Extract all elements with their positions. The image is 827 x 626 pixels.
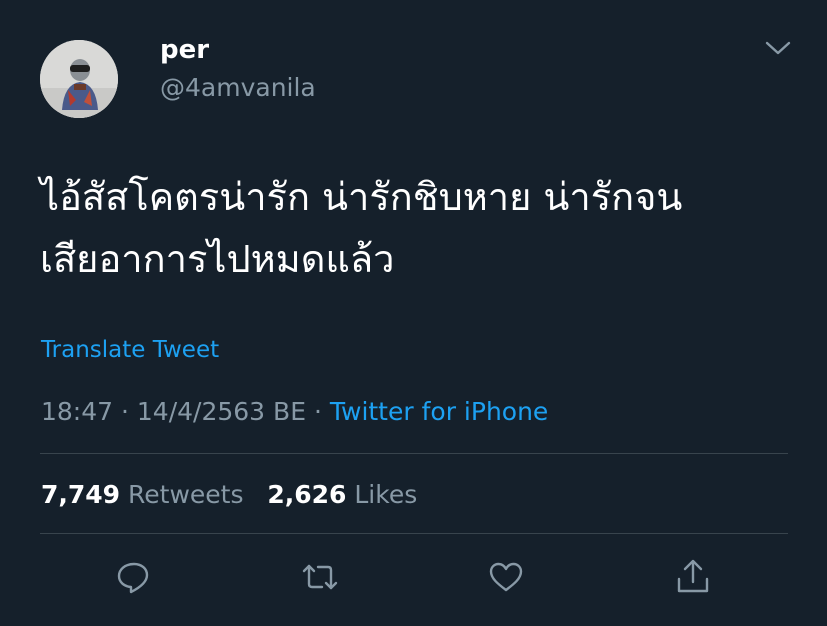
- tweet-source-link[interactable]: Twitter for iPhone: [330, 397, 548, 426]
- tweet-detail: per @4amvanila ไอ้สัสโคตรน่ารัก น่ารักชิ…: [0, 0, 827, 626]
- tweet-time[interactable]: 18:47: [41, 397, 113, 426]
- avatar-image: [40, 40, 118, 118]
- like-button[interactable]: [486, 557, 526, 597]
- tweet-stats: 7,749 Retweets 2,626 Likes: [41, 478, 417, 512]
- retweets-stat[interactable]: 7,749 Retweets: [41, 480, 244, 509]
- retweet-button[interactable]: [300, 557, 340, 597]
- tweet-text-line: เสียอาการไปหมดแล้ว: [40, 237, 395, 281]
- share-icon: [677, 559, 709, 593]
- likes-label: Likes: [354, 480, 418, 509]
- meta-separator: ·: [313, 397, 322, 426]
- retweets-label: Retweets: [128, 480, 244, 509]
- divider: [40, 533, 788, 534]
- chevron-down-icon[interactable]: [762, 36, 794, 60]
- retweet-icon: [302, 564, 338, 590]
- display-name[interactable]: per: [160, 34, 209, 66]
- likes-stat[interactable]: 2,626 Likes: [267, 480, 417, 509]
- share-button[interactable]: [673, 557, 713, 597]
- heart-icon: [489, 562, 523, 592]
- avatar[interactable]: [40, 40, 118, 118]
- divider: [40, 453, 788, 454]
- tweet-meta: 18:47 · 14/4/2563 BE · Twitter for iPhon…: [41, 395, 548, 429]
- tweet-text-line: ไอ้สัสโคตรน่ารัก น่ารักชิบหาย น่ารักจน: [40, 175, 683, 219]
- user-handle[interactable]: @4amvanila: [160, 72, 316, 104]
- reply-icon: [117, 562, 149, 594]
- tweet-date[interactable]: 14/4/2563 BE: [137, 397, 306, 426]
- translate-tweet-link[interactable]: Translate Tweet: [41, 335, 219, 365]
- reply-button[interactable]: [114, 557, 154, 597]
- retweets-count: 7,749: [41, 480, 121, 509]
- tweet-text: ไอ้สัสโคตรน่ารัก น่ารักชิบหาย น่ารักจน เ…: [40, 166, 800, 290]
- likes-count: 2,626: [267, 480, 347, 509]
- meta-separator: ·: [121, 397, 129, 426]
